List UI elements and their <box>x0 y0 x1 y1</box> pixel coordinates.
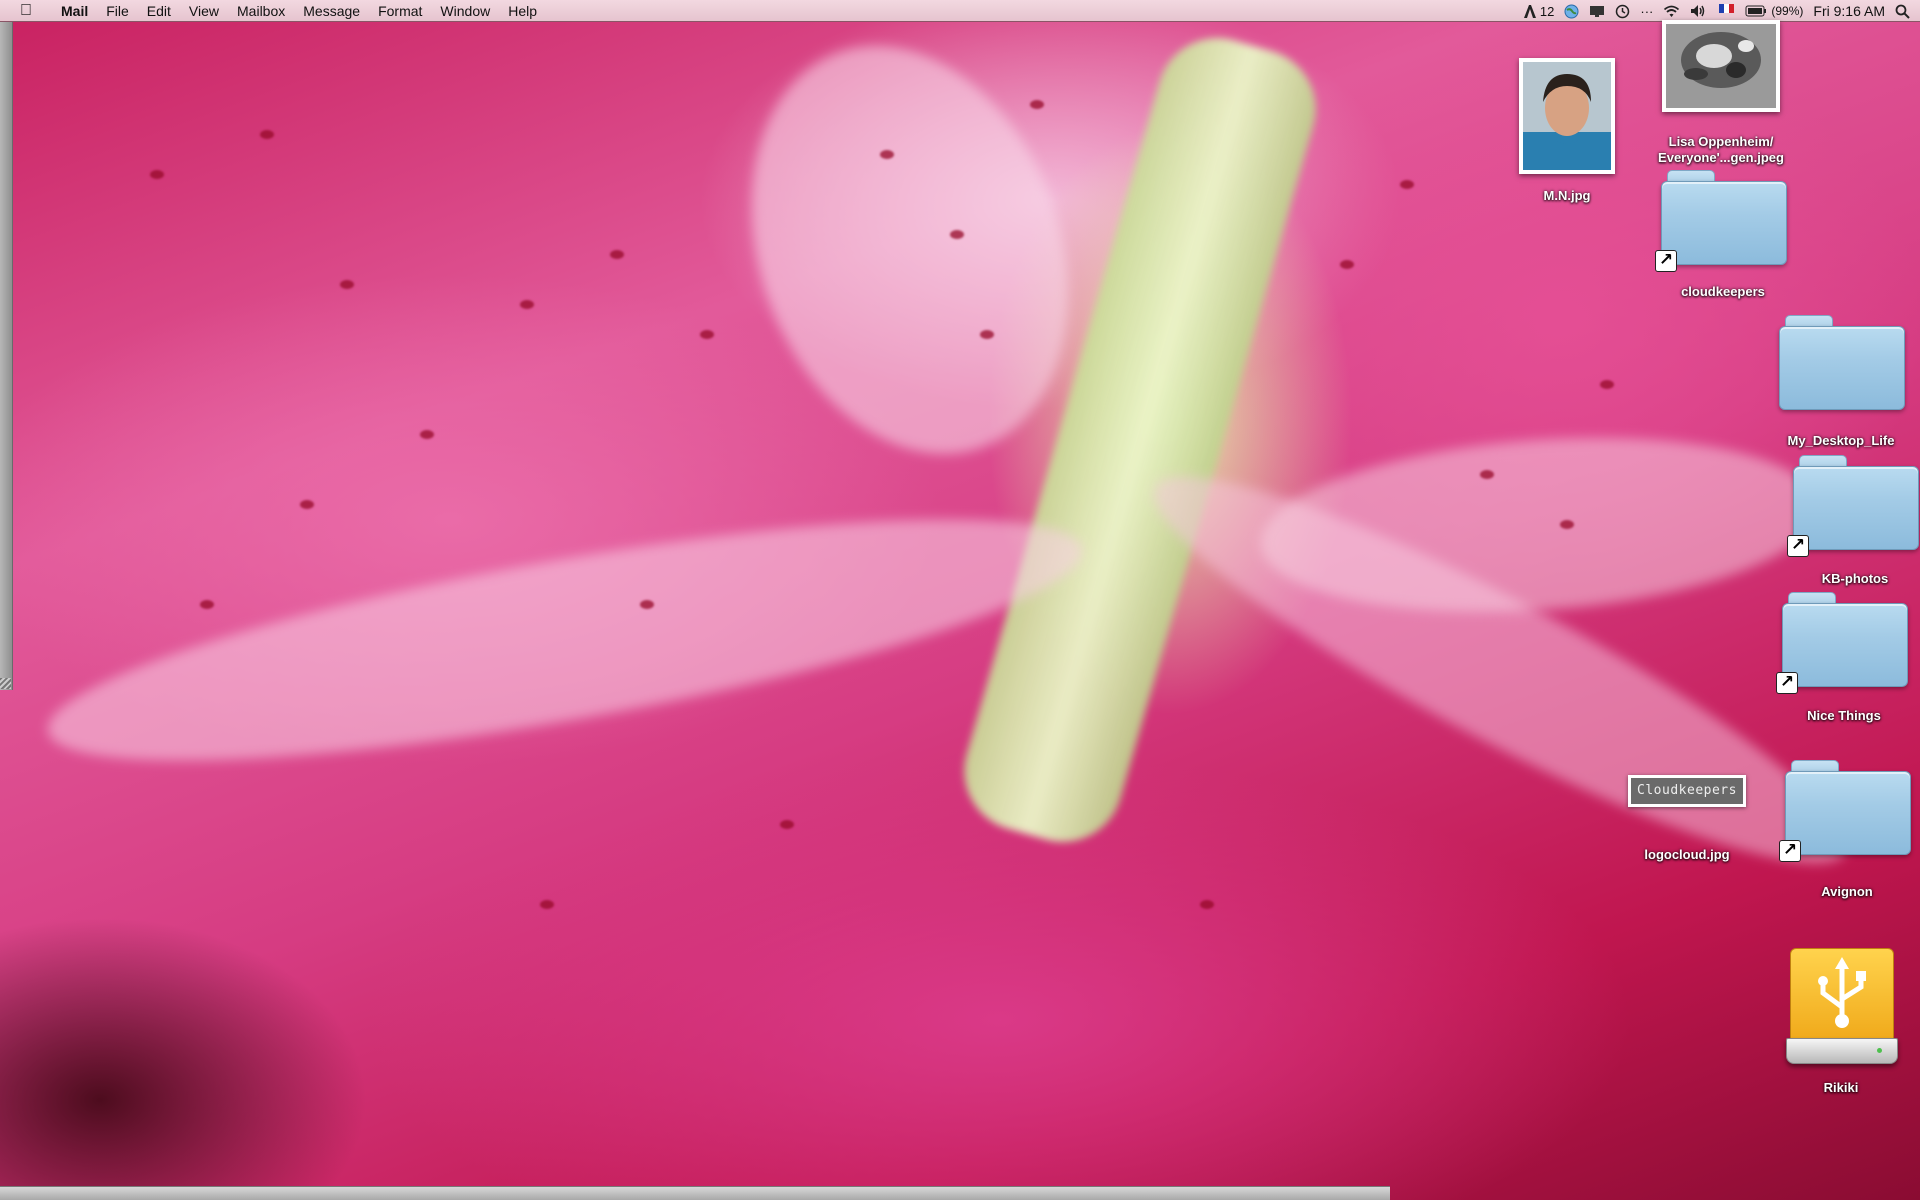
wallpaper-speck <box>980 330 994 339</box>
menu-help[interactable]: Help <box>499 3 546 19</box>
folder-icon: ↗ <box>1787 455 1919 557</box>
desktop-icon-label: Lisa Oppenheim/ Everyone'...gen.jpeg <box>1658 134 1784 165</box>
menu-bar:  Mail File Edit View Mailbox Message Fo… <box>0 0 1920 22</box>
menu-view[interactable]: View <box>180 3 228 19</box>
desktop-icon-label: Avignon <box>1821 884 1873 899</box>
desktop-icon-my-desktop-life[interactable]: My_Desktop_Life <box>1766 315 1916 450</box>
wallpaper-speck <box>950 230 964 239</box>
background-window-edge[interactable] <box>0 22 13 690</box>
alias-arrow-icon: ↗ <box>1787 535 1809 557</box>
menu-mailbox[interactable]: Mailbox <box>228 3 294 19</box>
background-window-scrollbar[interactable] <box>0 1186 1390 1200</box>
bw-photo-thumbnail-icon <box>1662 20 1780 112</box>
apple-logo-icon[interactable]:  <box>0 2 52 20</box>
time-machine-icon[interactable] <box>1615 4 1630 19</box>
desktop-icon-label: cloudkeepers <box>1681 284 1765 299</box>
menu-window[interactable]: Window <box>431 3 499 19</box>
folder-icon <box>1779 315 1905 410</box>
spotlight-search-icon[interactable] <box>1895 4 1910 19</box>
desktop-icon-logocloud-jpg[interactable]: Cloudkeepers logocloud.jpg <box>1612 775 1762 864</box>
wallpaper-petal-highlight <box>697 1 1123 499</box>
volume-icon[interactable] <box>1690 4 1707 18</box>
alias-arrow-icon: ↗ <box>1776 672 1798 694</box>
window-resize-grip[interactable] <box>0 678 11 689</box>
portrait-thumbnail-icon <box>1519 58 1615 174</box>
wallpaper-speck <box>340 280 354 289</box>
desktop-icon-mn-jpg[interactable]: M.N.jpg <box>1492 58 1642 205</box>
wallpaper-speck <box>1340 260 1354 269</box>
desktop-icon-label: logocloud.jpg <box>1644 847 1730 862</box>
wallpaper-speck <box>300 500 314 509</box>
wallpaper-speck <box>1600 380 1614 389</box>
menu-file[interactable]: File <box>97 3 138 19</box>
input-source-flag-icon[interactable] <box>1717 3 1735 19</box>
desktop-icon-kb-photos[interactable]: ↗ KB-photos <box>1780 455 1920 588</box>
wallpaper-speck <box>1030 100 1044 109</box>
logo-thumbnail-icon: Cloudkeepers <box>1628 775 1746 807</box>
alias-arrow-icon: ↗ <box>1655 250 1677 272</box>
globe-sync-icon[interactable] <box>1564 4 1579 19</box>
wallpaper-speck <box>150 170 164 179</box>
desktop-icon-nice-things[interactable]: ↗ Nice Things <box>1769 592 1919 725</box>
desktop-icon-label: M.N.jpg <box>1543 188 1591 203</box>
wallpaper-speck <box>200 600 214 609</box>
wallpaper-petal-highlight <box>34 470 1096 810</box>
battery-percent[interactable]: (99%) <box>1771 4 1803 18</box>
wallpaper-speck <box>610 250 624 259</box>
desktop-icon-cloudkeepers[interactable]: ↗ cloudkeepers <box>1648 170 1798 301</box>
wallpaper-speck <box>1480 470 1494 479</box>
alias-arrow-icon: ↗ <box>1779 840 1801 862</box>
adobe-updater-icon[interactable] <box>1523 4 1536 18</box>
bluetooth-dots-icon[interactable]: ··· <box>1640 4 1653 19</box>
desktop-icon-lisa-oppenheim-jpeg[interactable]: Lisa Oppenheim/ Everyone'...gen.jpeg <box>1646 20 1796 167</box>
usb-drive-icon <box>1786 948 1898 1066</box>
menu-extras: 12 ··· (99%) Fri 9:16 AM <box>1523 0 1910 22</box>
wallpaper-speck <box>1200 900 1214 909</box>
desktop-icon-label: Rikiki <box>1823 1080 1859 1095</box>
menu-app-mail[interactable]: Mail <box>52 3 97 19</box>
wallpaper-speck <box>520 300 534 309</box>
wallpaper-speck <box>780 820 794 829</box>
display-icon[interactable] <box>1589 5 1605 18</box>
folder-icon: ↗ <box>1776 592 1908 694</box>
adobe-updates-count[interactable]: 12 <box>1540 4 1554 19</box>
folder-icon: ↗ <box>1655 170 1787 272</box>
menu-message[interactable]: Message <box>294 3 369 19</box>
desktop-icon-label: My_Desktop_Life <box>1787 433 1895 448</box>
wifi-icon[interactable] <box>1663 5 1680 18</box>
wallpaper-speck <box>260 130 274 139</box>
folder-icon: ↗ <box>1779 760 1911 862</box>
wallpaper-speck <box>880 150 894 159</box>
wallpaper-speck <box>1560 520 1574 529</box>
wallpaper-speck <box>420 430 434 439</box>
desktop-icon-avignon[interactable]: ↗ Avignon <box>1772 760 1920 901</box>
wallpaper-speck <box>540 900 554 909</box>
wallpaper-speck <box>640 600 654 609</box>
menubar-clock[interactable]: Fri 9:16 AM <box>1813 3 1885 19</box>
desktop-icon-label: KB-photos <box>1821 571 1889 586</box>
desktop-icon-label: Nice Things <box>1807 708 1881 723</box>
desktop-icon-rikiki-drive[interactable]: Rikiki <box>1766 948 1916 1097</box>
menu-edit[interactable]: Edit <box>138 3 180 19</box>
menu-format[interactable]: Format <box>369 3 431 19</box>
wallpaper-speck <box>1400 180 1414 189</box>
wallpaper-speck <box>700 330 714 339</box>
battery-icon[interactable] <box>1745 5 1767 17</box>
